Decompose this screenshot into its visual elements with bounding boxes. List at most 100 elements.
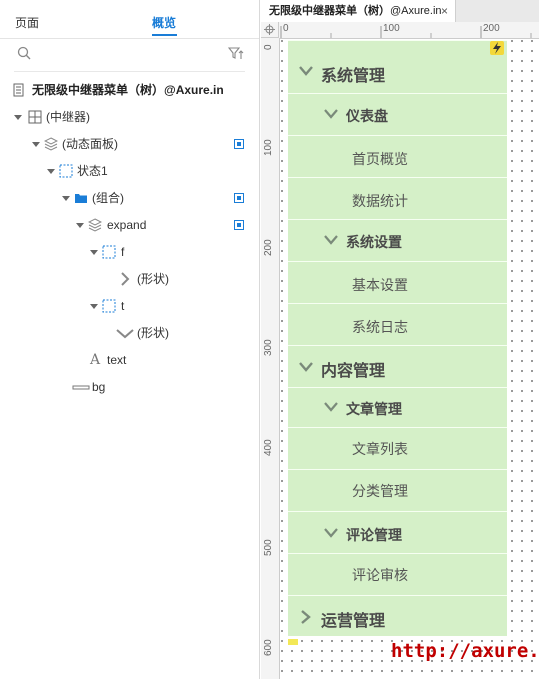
- tree-item-label: (形状): [137, 272, 169, 286]
- visibility-toggle[interactable]: [234, 139, 244, 149]
- menu-item-level1[interactable]: 系统管理: [288, 40, 507, 93]
- menu-item-level3[interactable]: 评论审核: [288, 553, 507, 595]
- menu-item-level3[interactable]: 首页概览: [288, 135, 507, 177]
- active-tab-indicator: [152, 34, 177, 36]
- ruler-label: 100: [263, 139, 274, 156]
- tree-item-label: (动态面板): [62, 137, 118, 151]
- caret-down-icon[interactable]: [47, 169, 55, 174]
- visibility-toggle[interactable]: [234, 193, 244, 203]
- panel-tabs: 页面 概览: [0, 0, 259, 39]
- folder-icon: [75, 194, 87, 203]
- caret-down-icon[interactable]: [32, 142, 40, 147]
- menu-item-label: 评论审核: [352, 567, 408, 583]
- tree-item-label: 状态1: [77, 164, 108, 178]
- menu-item-level2[interactable]: 仪表盘: [288, 93, 507, 135]
- menu-item-label: 系统日志: [352, 319, 408, 335]
- rectangle-icon: [72, 385, 90, 390]
- menu-item-level2[interactable]: 评论管理: [288, 511, 507, 553]
- horizontal-ruler: 0 100 200: [279, 22, 539, 39]
- tree-title-label: 无限级中继器菜单（树）@Axure.in: [32, 83, 224, 97]
- menu-item-level1[interactable]: 内容管理: [288, 345, 507, 387]
- tree-item-label: t: [121, 299, 125, 313]
- vertical-ruler: 0 100 200 300 400 500 600: [261, 38, 280, 679]
- ruler-label: 0: [263, 44, 274, 50]
- dynamic-panel-icon: [44, 137, 58, 151]
- menu-item-label: 数据统计: [352, 193, 408, 209]
- crosshair-icon: [264, 24, 275, 35]
- ruler-label: 500: [263, 539, 274, 556]
- ruler-label: 0: [283, 23, 289, 34]
- menu-item-label: 系统设置: [346, 234, 402, 250]
- filter-icon[interactable]: [228, 46, 244, 62]
- tree-item-label: (中继器): [46, 110, 90, 124]
- menu-item-level1[interactable]: 运营管理: [288, 595, 507, 636]
- chevron-down-icon: [116, 329, 134, 339]
- ruler-label: 300: [263, 339, 274, 356]
- document-tab[interactable]: 无限级中继器菜单（树）@Axure.in: [261, 0, 456, 22]
- state-icon: [102, 245, 116, 259]
- ruler-label: 400: [263, 439, 274, 456]
- chevron-down-icon: [324, 109, 338, 119]
- caret-down-icon[interactable]: [90, 304, 98, 309]
- ruler-origin[interactable]: [261, 22, 279, 38]
- menu-item-level3[interactable]: 分类管理: [288, 469, 507, 511]
- canvas-area: 无限级中继器菜单（树）@Axure.in × 0 100 200 0 100 2…: [261, 0, 539, 679]
- state-icon: [59, 164, 73, 178]
- tree-item-group[interactable]: (组合): [60, 188, 259, 208]
- chevron-right-icon: [301, 610, 311, 624]
- dynamic-panel-icon: [88, 218, 102, 232]
- ruler-ticks: [280, 26, 532, 38]
- menu-item-label: 内容管理: [321, 363, 386, 380]
- menu-item-level3[interactable]: 系统日志: [288, 303, 507, 345]
- visibility-toggle[interactable]: [234, 220, 244, 230]
- document-tab-title: 无限级中继器菜单（树）: [269, 5, 390, 17]
- ruler-label: 200: [263, 239, 274, 256]
- caret-down-icon[interactable]: [14, 115, 22, 120]
- menu-item-label: 分类管理: [352, 483, 408, 499]
- menu-item-label: 仪表盘: [346, 108, 388, 124]
- menu-item-level3[interactable]: 基本设置: [288, 261, 507, 303]
- text-icon: A: [90, 352, 101, 368]
- outline-panel: 页面 概览 无限级中继器菜单（树）@Axure.in (中继器) (动态面板) …: [0, 0, 260, 679]
- tree-item-label: expand: [107, 218, 147, 232]
- state-icon: [102, 299, 116, 313]
- selection-marker: [288, 639, 298, 645]
- menu-item-label: 评论管理: [346, 527, 402, 543]
- menu-item-label: 文章列表: [352, 441, 408, 457]
- tree-item-label: text: [107, 353, 127, 367]
- caret-down-icon[interactable]: [62, 196, 70, 201]
- lightning-icon: [493, 42, 501, 54]
- caret-down-icon[interactable]: [90, 250, 98, 255]
- menu-item-level3[interactable]: 数据统计: [288, 177, 507, 219]
- tab-outline[interactable]: 概览: [152, 14, 176, 31]
- ruler-label: 600: [263, 639, 274, 656]
- ruler-label: 200: [483, 23, 500, 34]
- menu-item-level3[interactable]: 文章列表: [288, 427, 507, 469]
- search-icon[interactable]: [17, 46, 31, 60]
- tab-pages[interactable]: 页面: [15, 14, 39, 31]
- search-row: [0, 38, 259, 72]
- chevron-down-icon: [324, 402, 338, 412]
- chevron-down-icon: [324, 528, 338, 538]
- document-tab-subtitle: @Axure.in: [390, 5, 442, 17]
- tree-item-dynamic-panel[interactable]: (动态面板): [30, 134, 259, 154]
- interaction-badge[interactable]: [490, 41, 504, 55]
- menu-item-label: 系统管理: [321, 68, 386, 85]
- close-tab-icon[interactable]: ×: [441, 0, 448, 22]
- menu-item-level2[interactable]: 系统设置: [288, 219, 507, 261]
- menu-item-label: 运营管理: [321, 613, 386, 630]
- menu-item-level2[interactable]: 文章管理: [288, 387, 507, 427]
- tree-item-label: f: [121, 245, 125, 259]
- menu-item-label: 文章管理: [346, 401, 402, 417]
- tree-item-expand[interactable]: expand: [74, 215, 259, 235]
- ruler-label: 100: [383, 23, 400, 34]
- tree-item-label: (组合): [92, 191, 124, 205]
- chevron-down-icon: [299, 66, 313, 76]
- menu-item-label: 首页概览: [352, 151, 408, 167]
- search-divider: [14, 71, 245, 72]
- tree-item-label: (形状): [137, 326, 169, 340]
- chevron-right-icon: [121, 272, 130, 286]
- caret-down-icon[interactable]: [76, 223, 84, 228]
- chevron-down-icon: [324, 235, 338, 245]
- tree-menu: 系统管理 仪表盘 首页概览 数据统计 系统设置 基本设置 系统日志 内容管理 文…: [288, 40, 507, 636]
